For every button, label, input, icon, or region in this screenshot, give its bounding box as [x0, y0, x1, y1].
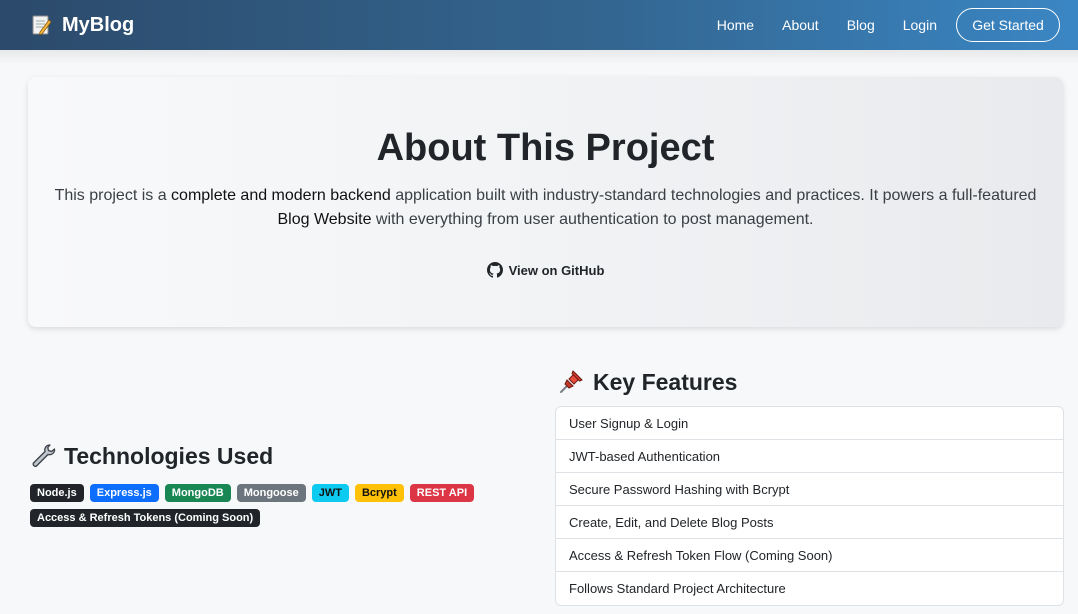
badge-rest-api: REST API	[409, 484, 475, 502]
nav-link-home[interactable]: Home	[703, 17, 768, 33]
wrench-icon	[32, 444, 56, 467]
list-item: Follows Standard Project Architecture	[569, 581, 786, 596]
github-link-label: View on GitHub	[508, 262, 605, 278]
memo-icon	[32, 15, 52, 36]
list-item: Secure Password Hashing with Bcrypt	[556, 473, 1063, 506]
pushpin-icon	[560, 370, 583, 393]
github-icon	[486, 262, 503, 278]
list-item: JWT-based Authentication	[556, 440, 1063, 473]
technologies-heading: Technologies Used	[30, 441, 273, 471]
hero-desc-part-3: with everything from user authentication…	[371, 211, 814, 228]
nav-links: Home About Blog Login Get Started	[703, 0, 1060, 50]
badge-mongoose: Mongoose	[236, 484, 306, 502]
page-title: About This Project	[376, 127, 715, 169]
features-heading: Key Features	[557, 367, 737, 397]
brand-link[interactable]: MyBlog	[30, 0, 134, 50]
badge-tokens: Access & Refresh Tokens (Coming Soon)	[30, 509, 261, 527]
navbar-shadow	[0, 50, 1078, 64]
hero-description: This project is a complete and modern ba…	[50, 184, 1041, 232]
badge-expressjs: Express.js	[89, 484, 159, 502]
brand-name: MyBlog	[62, 13, 135, 36]
nav-link-login[interactable]: Login	[889, 17, 951, 33]
technology-badges: Node.js Express.js MongoDB Mongoose JWT …	[30, 484, 480, 527]
hero-desc-part-2: application built with industry-standard…	[390, 187, 1037, 204]
badge-mongodb: MongoDB	[164, 484, 231, 502]
nav-link-blog[interactable]: Blog	[833, 17, 889, 33]
hero-desc-emphasis-2: Blog Website	[277, 211, 372, 228]
list-item: Create, Edit, and Delete Blog Posts	[556, 506, 1063, 539]
list-item: User Signup & Login	[556, 407, 1063, 440]
nav-link-about[interactable]: About	[768, 17, 833, 33]
get-started-button[interactable]: Get Started	[956, 8, 1060, 42]
badge-bcrypt: Bcrypt	[354, 484, 404, 502]
hero-desc-part-1: This project is a	[54, 187, 172, 204]
view-on-github-link[interactable]: View on GitHub	[28, 262, 1063, 278]
list-item: Access & Refresh Token Flow (Coming Soon…	[556, 539, 1063, 572]
technologies-heading-text: Technologies Used	[64, 442, 274, 469]
features-heading-text: Key Features	[593, 368, 738, 395]
features-list: User Signup & Login JWT-based Authentica…	[555, 406, 1064, 606]
badge-nodejs: Node.js	[30, 484, 84, 502]
hero-card: About This Project This project is a com…	[28, 77, 1063, 327]
navbar: MyBlog Home About Blog Login Get Started	[0, 0, 1078, 50]
hero-desc-emphasis-1: complete and modern backend	[171, 187, 391, 204]
badge-jwt: JWT	[311, 484, 349, 502]
